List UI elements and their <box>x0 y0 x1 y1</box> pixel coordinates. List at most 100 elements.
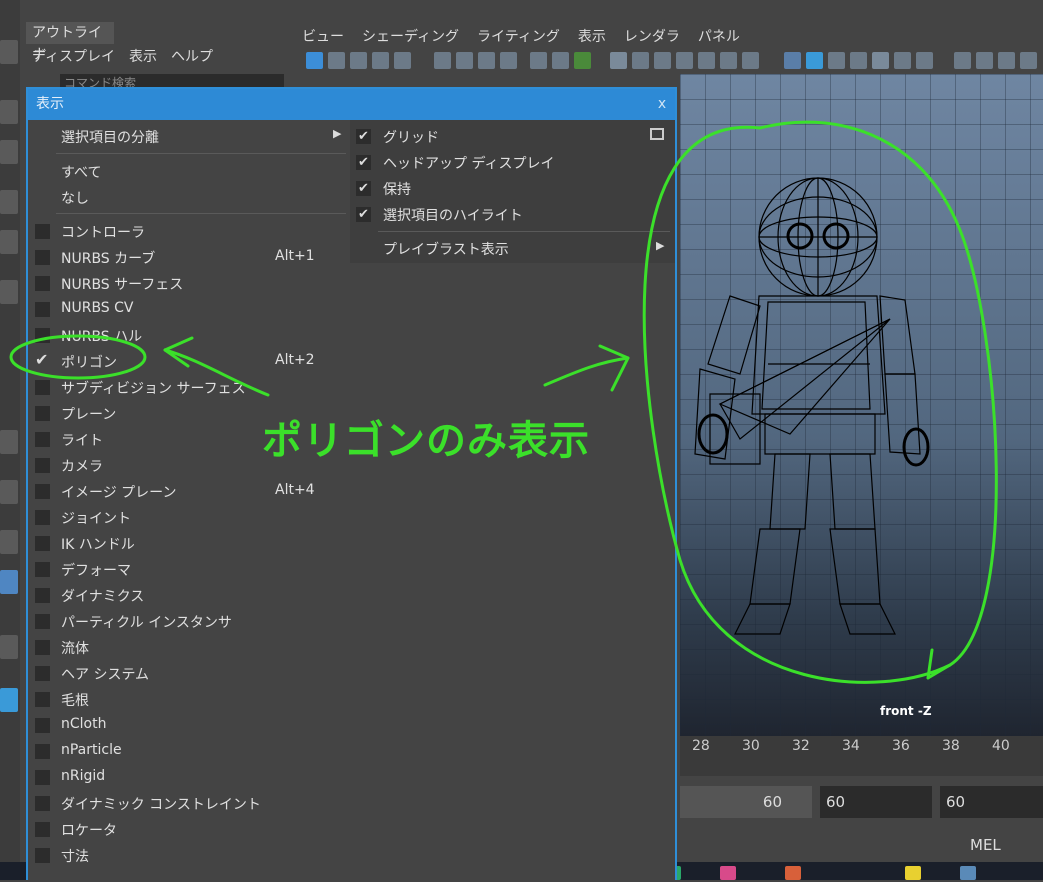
display-item-row[interactable]: NURBS カーブ Alt+1 <box>28 245 350 271</box>
grease-pencil-icon[interactable] <box>552 52 569 69</box>
camera-icon[interactable] <box>434 52 451 69</box>
smooth-shade-icon[interactable] <box>806 52 823 69</box>
checkbox[interactable]: ✔ <box>356 155 371 170</box>
taskbar-app-icon[interactable] <box>960 866 976 880</box>
safe-action-icon[interactable] <box>720 52 737 69</box>
display-item-row[interactable]: コントローラ <box>28 219 350 245</box>
window-title-bar[interactable]: 表示 x <box>28 89 675 120</box>
submenu-item-selection-highlight[interactable]: ✔ 選択項目のハイライト <box>350 202 675 228</box>
display-item-row[interactable]: 流体 <box>28 635 350 661</box>
select-tool-icon[interactable] <box>0 40 18 64</box>
layout-four-icon[interactable] <box>0 480 18 504</box>
taskbar-app-icon[interactable] <box>785 866 801 880</box>
outliner-menu-show[interactable]: 表示 <box>129 46 157 68</box>
checkbox[interactable] <box>35 562 50 577</box>
viewport-menu-lighting[interactable]: ライティング <box>477 26 560 48</box>
display-item-row[interactable]: nRigid <box>28 765 350 791</box>
display-item-row[interactable]: ロケータ <box>28 817 350 843</box>
camera-select-icon[interactable] <box>328 52 345 69</box>
annotation-icon[interactable] <box>306 52 323 69</box>
menu-item-isolate-select[interactable]: 選択項目の分離 ▶ <box>28 124 350 150</box>
checkbox[interactable] <box>35 718 50 733</box>
display-item-row[interactable]: nCloth <box>28 713 350 739</box>
depth-of-field-icon[interactable] <box>1020 52 1037 69</box>
display-item-row[interactable]: ✔ ポリゴン Alt+2 <box>28 349 350 375</box>
zoom-icon[interactable] <box>0 635 18 659</box>
viewport-menu-show[interactable]: 表示 <box>578 26 606 48</box>
outliner-menu-display[interactable]: ディスプレイ <box>32 46 115 68</box>
menu-item-none[interactable]: なし <box>28 185 350 211</box>
film-gate-icon[interactable] <box>632 52 649 69</box>
range-slider[interactable]: 60 <box>680 786 812 818</box>
checkbox[interactable] <box>35 588 50 603</box>
rotate-tool-icon[interactable] <box>0 230 18 254</box>
gate-mask-icon[interactable] <box>676 52 693 69</box>
default-material-icon[interactable] <box>828 52 845 69</box>
wireframe-icon[interactable] <box>784 52 801 69</box>
layout-single-icon[interactable] <box>0 430 18 454</box>
antialias-icon[interactable] <box>998 52 1015 69</box>
move-tool-icon[interactable] <box>0 190 18 214</box>
checkbox[interactable] <box>35 848 50 863</box>
display-item-row[interactable]: 寸法 <box>28 843 350 869</box>
checkbox[interactable] <box>35 640 50 655</box>
checkbox[interactable] <box>35 250 50 265</box>
safe-title-icon[interactable] <box>742 52 759 69</box>
viewport-menu-panels[interactable]: パネル <box>698 26 740 48</box>
viewport-menu-renderer[interactable]: レンダラ <box>624 26 680 48</box>
animation-end-field[interactable]: 60 <box>940 786 1043 818</box>
outliner-tab[interactable]: アウトライナ <box>26 22 114 63</box>
image-plane-icon[interactable] <box>394 52 411 69</box>
display-item-row[interactable]: 毛根 <box>28 687 350 713</box>
checkbox[interactable]: ✔ <box>356 181 371 196</box>
motion-blur-icon[interactable] <box>976 52 993 69</box>
checkbox[interactable] <box>35 510 50 525</box>
camera-attr-icon[interactable] <box>350 52 367 69</box>
field-chart-icon[interactable] <box>698 52 715 69</box>
grid-icon[interactable] <box>610 52 627 69</box>
shadow-icon[interactable] <box>916 52 933 69</box>
window-icon[interactable] <box>650 128 664 140</box>
checkbox[interactable] <box>35 224 50 239</box>
viewport-menu-view[interactable]: ビュー <box>302 26 344 48</box>
bookmark-icon[interactable] <box>372 52 389 69</box>
checkbox[interactable] <box>35 536 50 551</box>
checkbox[interactable] <box>35 744 50 759</box>
display-item-row[interactable]: デフォーマ <box>28 557 350 583</box>
viewport-3d[interactable]: front -Z <box>680 74 1043 736</box>
pencil-icon[interactable] <box>530 52 547 69</box>
taskbar-app-icon[interactable] <box>720 866 736 880</box>
checkbox[interactable]: ✔ <box>356 129 371 144</box>
checkbox[interactable] <box>35 458 50 473</box>
display-item-row[interactable]: イメージ プレーン Alt+4 <box>28 479 350 505</box>
display-item-row[interactable]: NURBS CV <box>28 297 350 323</box>
display-item-row[interactable]: ヘア システム <box>28 661 350 687</box>
submenu-item-hold[interactable]: ✔ 保持 <box>350 176 675 202</box>
paint-tool-icon[interactable] <box>0 140 18 164</box>
display-item-row[interactable]: ジョイント <box>28 505 350 531</box>
checkbox[interactable] <box>35 614 50 629</box>
checkbox[interactable] <box>35 328 50 343</box>
checkbox[interactable] <box>35 692 50 707</box>
display-item-row[interactable]: IK ハンドル <box>28 531 350 557</box>
check-icon[interactable]: ✔ <box>35 350 50 369</box>
checkbox[interactable] <box>35 770 50 785</box>
display-item-row[interactable]: ダイナミック コンストレイント <box>28 791 350 817</box>
close-icon[interactable]: x <box>653 95 671 113</box>
checkbox[interactable] <box>35 276 50 291</box>
resolution-gate-icon[interactable] <box>654 52 671 69</box>
display-item-row[interactable]: パーティクル インスタンサ <box>28 609 350 635</box>
checkbox[interactable] <box>35 380 50 395</box>
checkbox[interactable] <box>35 406 50 421</box>
light-icon[interactable] <box>894 52 911 69</box>
outliner-menu-help[interactable]: ヘルプ <box>171 46 213 68</box>
viewport-menu-shading[interactable]: シェーディング <box>362 26 459 48</box>
checkbox[interactable]: ✔ <box>356 207 371 222</box>
help-icon[interactable] <box>0 688 18 712</box>
brush-icon[interactable] <box>574 52 591 69</box>
checkbox[interactable] <box>35 796 50 811</box>
mel-label[interactable]: MEL <box>970 836 1001 854</box>
display-item-row[interactable]: nParticle <box>28 739 350 765</box>
timeline[interactable]: 28 30 32 34 36 38 40 <box>680 736 1043 776</box>
display-item-row[interactable]: ダイナミクス <box>28 583 350 609</box>
